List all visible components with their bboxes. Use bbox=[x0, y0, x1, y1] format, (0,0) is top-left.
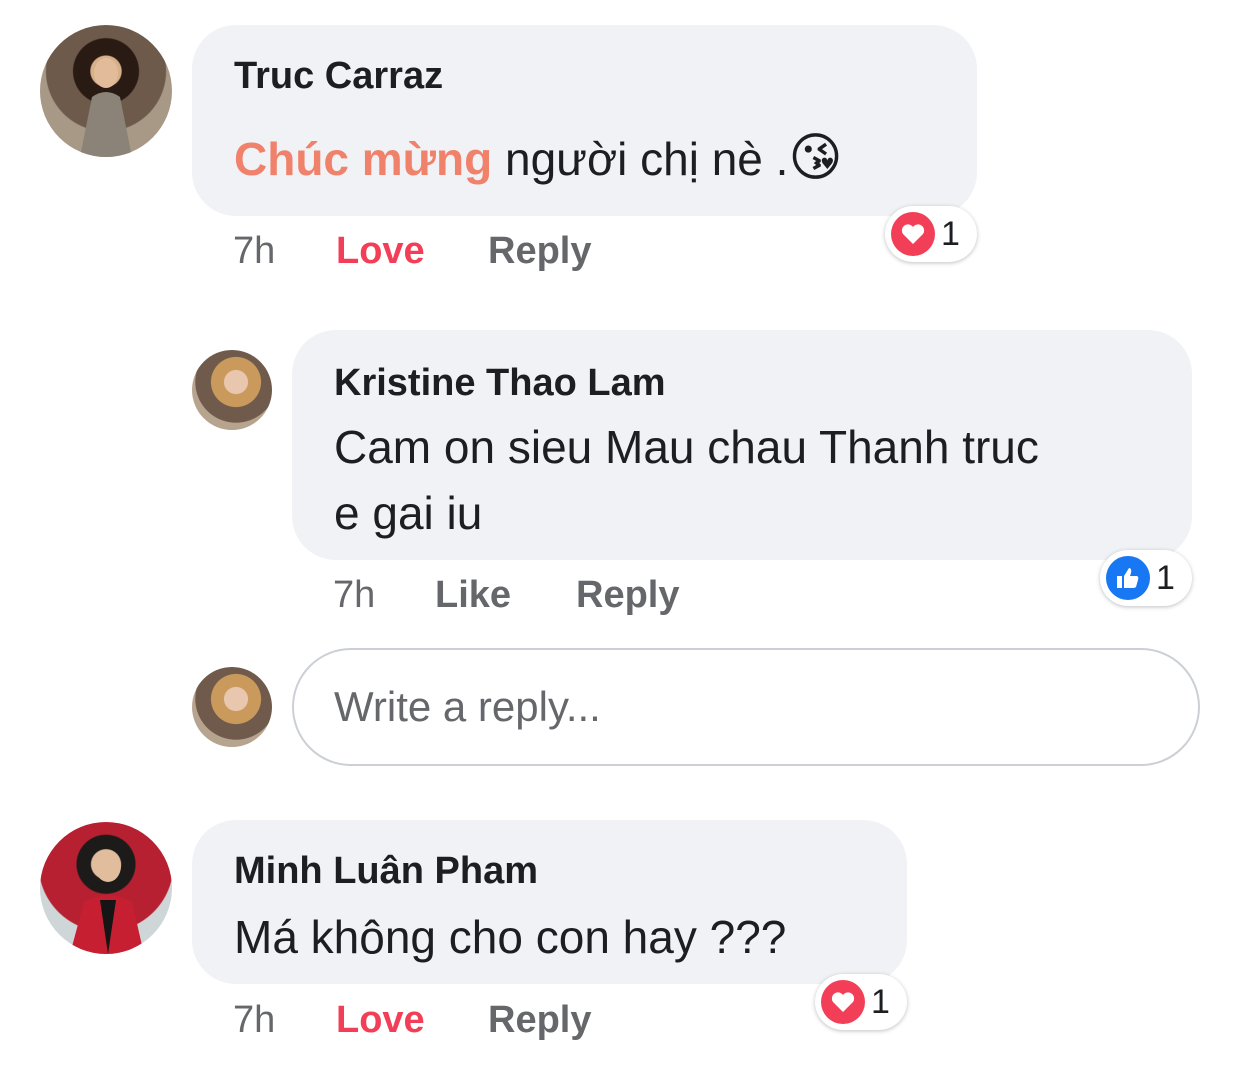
highlighted-text: Chúc mừng bbox=[234, 133, 493, 185]
comment-author[interactable]: Kristine Thao Lam bbox=[334, 362, 666, 405]
thumbs-up-icon bbox=[1106, 556, 1150, 600]
heart-icon bbox=[821, 980, 865, 1024]
reply-button[interactable]: Reply bbox=[488, 230, 591, 273]
kiss-emoji-icon: 😘 bbox=[788, 129, 843, 187]
avatar[interactable] bbox=[40, 822, 172, 954]
comment-author[interactable]: Truc Carraz bbox=[234, 55, 443, 98]
comment-time[interactable]: 7h bbox=[333, 574, 375, 617]
comment-text-line-1: Cam on sieu Mau chau Thanh truc bbox=[334, 421, 1039, 473]
reaction-count: 1 bbox=[1156, 558, 1175, 597]
reply-placeholder: Write a reply... bbox=[334, 683, 601, 730]
comment-time[interactable]: 7h bbox=[233, 999, 275, 1042]
comment-time[interactable]: 7h bbox=[233, 230, 275, 273]
reply-button[interactable]: Reply bbox=[576, 574, 679, 617]
comment-bubble[interactable]: Kristine Thao Lam Cam on sieu Mau chau T… bbox=[292, 330, 1192, 560]
avatar[interactable] bbox=[40, 25, 172, 157]
reply-input[interactable]: Write a reply... bbox=[292, 648, 1200, 766]
comment-text: Chúc mừng người chị nè .😘 bbox=[234, 125, 843, 192]
comment-bubble[interactable]: Minh Luân Pham Má không cho con hay ??? bbox=[192, 820, 907, 984]
love-button[interactable]: Love bbox=[336, 230, 425, 273]
reply-button[interactable]: Reply bbox=[488, 999, 591, 1042]
love-button[interactable]: Love bbox=[336, 999, 425, 1042]
comment-text-line-2: e gai iu bbox=[334, 487, 483, 539]
comment-text-rest: người chị nè . bbox=[492, 133, 789, 185]
reaction-count: 1 bbox=[871, 982, 890, 1021]
heart-icon bbox=[891, 212, 935, 256]
like-button[interactable]: Like bbox=[435, 574, 511, 617]
comment-bubble[interactable]: Truc Carraz Chúc mừng người chị nè .😘 bbox=[192, 25, 977, 216]
reaction-summary[interactable]: 1 bbox=[815, 974, 907, 1030]
reaction-count: 1 bbox=[941, 214, 960, 253]
reaction-summary[interactable]: 1 bbox=[1100, 550, 1192, 606]
comment-author[interactable]: Minh Luân Pham bbox=[234, 850, 538, 893]
avatar[interactable] bbox=[192, 667, 272, 747]
reaction-summary[interactable]: 1 bbox=[885, 206, 977, 262]
avatar[interactable] bbox=[192, 350, 272, 430]
comment-text: Má không cho con hay ??? bbox=[234, 911, 787, 963]
